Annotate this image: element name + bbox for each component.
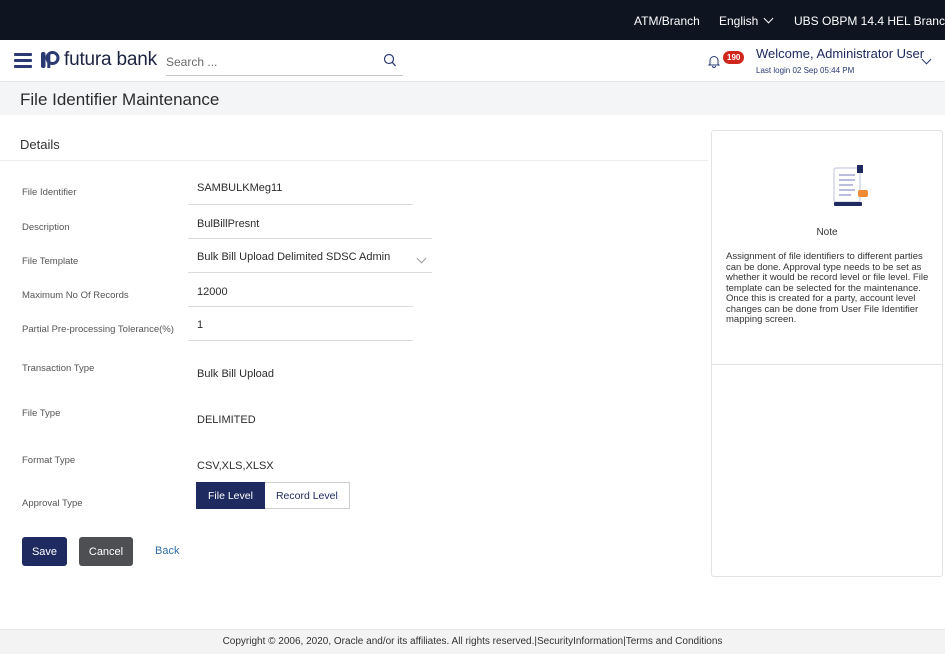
atm-branch-link[interactable]: ATM/Branch (634, 14, 700, 28)
language-label: English (719, 14, 759, 28)
divider (188, 306, 413, 307)
file-type-label: File Type (22, 408, 61, 419)
divider (188, 272, 432, 273)
divider (188, 204, 413, 205)
user-menu-toggle[interactable] (916, 53, 932, 71)
logo-icon (41, 51, 60, 68)
back-link[interactable]: Back (155, 545, 179, 557)
note-document-icon (833, 165, 868, 206)
search-input[interactable] (166, 50, 366, 74)
tolerance-label: Partial Pre-processing Tolerance(%) (22, 324, 174, 335)
max-records-input[interactable]: 12000 (197, 286, 228, 298)
copyright-text: Copyright © 2006, 2020, Oracle and/or it… (222, 636, 723, 647)
transaction-type-label: Transaction Type (22, 363, 95, 374)
main-header: futura bank 190 Welcome, Administrator U… (0, 40, 945, 82)
section-title: Details (20, 137, 60, 152)
logo-text[interactable]: futura bank (64, 49, 157, 71)
file-identifier-input[interactable]: SAMBULKMeg11 (197, 182, 282, 194)
note-text: Assignment of file identifiers to differ… (726, 251, 929, 325)
file-template-dropdown-toggle[interactable] (411, 252, 427, 270)
note-card: Note Assignment of file identifiers to d… (712, 131, 942, 365)
note-panel: Note Assignment of file identifiers to d… (711, 130, 943, 577)
format-type-value: CSV,XLS,XLSX (197, 460, 274, 472)
approval-type-toggle: File Level Record Level (196, 482, 350, 509)
chevron-down-icon (416, 253, 427, 264)
max-records-label: Maximum No Of Records (22, 290, 129, 301)
description-label: Description (22, 222, 70, 233)
save-button[interactable]: Save (22, 537, 67, 566)
chevron-down-icon (763, 13, 774, 24)
description-input[interactable]: BulBillPresnt (197, 218, 259, 230)
file-template-select[interactable]: Bulk Bill Upload Delimited SDSC Admin (197, 251, 390, 263)
branch-label: UBS OBPM 14.4 HEL Branch (794, 14, 945, 28)
search-box (166, 50, 403, 76)
page-title-bar: File Identifier Maintenance (0, 83, 945, 115)
footer: Copyright © 2006, 2020, Oracle and/or it… (0, 629, 945, 654)
divider (188, 340, 413, 341)
transaction-type-value: Bulk Bill Upload (197, 368, 275, 380)
notification-badge[interactable]: 190 (723, 51, 745, 64)
branch-selector[interactable]: UBS OBPM 14.4 HEL Branch (794, 14, 945, 28)
chevron-down-icon (921, 54, 932, 65)
bell-icon[interactable] (707, 54, 721, 68)
top-bar: ATM/Branch English UBS OBPM 14.4 HEL Bra… (0, 0, 945, 40)
menu-icon[interactable] (14, 53, 32, 68)
page-title: File Identifier Maintenance (20, 90, 220, 109)
file-level-option[interactable]: File Level (196, 482, 265, 509)
search-icon[interactable] (383, 53, 397, 69)
record-level-option[interactable]: Record Level (264, 482, 350, 509)
details-section-header: Details (0, 129, 708, 161)
note-title: Note (816, 227, 838, 238)
file-template-label: File Template (22, 256, 79, 267)
divider (188, 238, 432, 239)
approval-type-label: Approval Type (22, 498, 83, 509)
file-type-value: DELIMITED (197, 414, 256, 426)
cancel-button[interactable]: Cancel (79, 537, 133, 566)
format-type-label: Format Type (22, 455, 76, 466)
last-login-text: Last login 02 Sep 05:44 PM (756, 66, 855, 75)
welcome-text[interactable]: Welcome, Administrator User (756, 46, 924, 61)
tolerance-input[interactable]: 1 (197, 319, 203, 331)
file-identifier-label: File Identifier (22, 187, 77, 198)
language-selector[interactable]: English (719, 13, 774, 28)
